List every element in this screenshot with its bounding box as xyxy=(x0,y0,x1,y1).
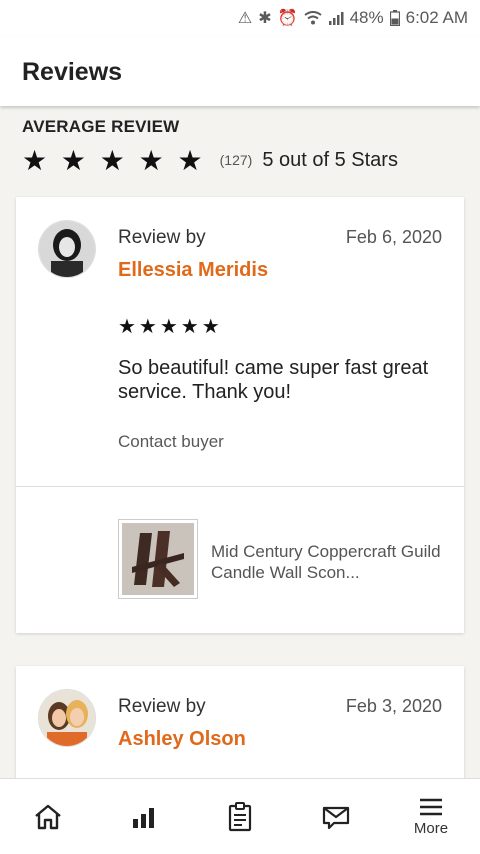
orders-icon xyxy=(228,801,252,831)
average-rating-stars: ★ ★ ★ ★ ★ xyxy=(22,144,206,176)
average-review-label: AVERAGE REVIEW xyxy=(22,117,180,136)
wifi-icon xyxy=(303,11,322,25)
status-bar: ⚠ ✱ ⏰ 48% 6:02 AM xyxy=(0,0,480,36)
battery-percent: 48% xyxy=(349,8,384,27)
battery-icon xyxy=(389,10,400,26)
review-by-label: Review by xyxy=(118,227,206,248)
avatar[interactable] xyxy=(38,220,96,278)
messages-icon xyxy=(322,806,350,829)
review-date: Feb 6, 2020 xyxy=(345,227,442,247)
contact-buyer-link[interactable]: Contact buyer xyxy=(118,432,224,452)
nav-messages[interactable] xyxy=(306,779,366,854)
nav-orders[interactable] xyxy=(210,779,270,854)
bottom-nav: More xyxy=(0,778,480,854)
average-review-row: ★ ★ ★ ★ ★ (127) 5 out of 5 Stars xyxy=(22,144,398,176)
review-by-label: Review by xyxy=(118,696,206,717)
stats-icon xyxy=(133,807,154,828)
average-rating-text: 5 out of 5 Stars xyxy=(262,148,398,171)
nav-home[interactable] xyxy=(18,779,78,854)
nav-more[interactable]: More xyxy=(401,779,461,854)
sync-icon: ⚠ xyxy=(237,10,253,27)
review-date: Feb 3, 2020 xyxy=(345,696,442,716)
alarm-icon: ⏰ xyxy=(277,10,298,27)
item-title[interactable]: Mid Century Coppercraft Guild Candle Wal… xyxy=(211,541,446,583)
item-thumbnail[interactable] xyxy=(118,519,198,599)
signal-icon xyxy=(328,12,344,25)
nav-more-label: More xyxy=(413,819,449,837)
clock: 6:02 AM xyxy=(405,8,468,27)
home-icon xyxy=(35,804,61,829)
app-bar: Reviews xyxy=(0,36,480,106)
divider xyxy=(16,486,464,487)
nav-stats[interactable] xyxy=(114,779,174,854)
reviewer-name[interactable]: Ashley Olson xyxy=(118,728,246,751)
menu-icon xyxy=(420,798,442,815)
avatar[interactable] xyxy=(38,689,96,747)
review-card: Review by Feb 6, 2020 Ellessia Meridis ★… xyxy=(16,197,464,633)
review-stars: ★★★★★ xyxy=(118,316,223,338)
review-count: (127) xyxy=(219,152,253,168)
page-title: Reviews xyxy=(22,58,123,86)
reviewer-name[interactable]: Ellessia Meridis xyxy=(118,259,268,282)
review-text: So beautiful! came super fast great serv… xyxy=(118,357,429,403)
bluetooth-icon: ✱ xyxy=(258,10,272,27)
